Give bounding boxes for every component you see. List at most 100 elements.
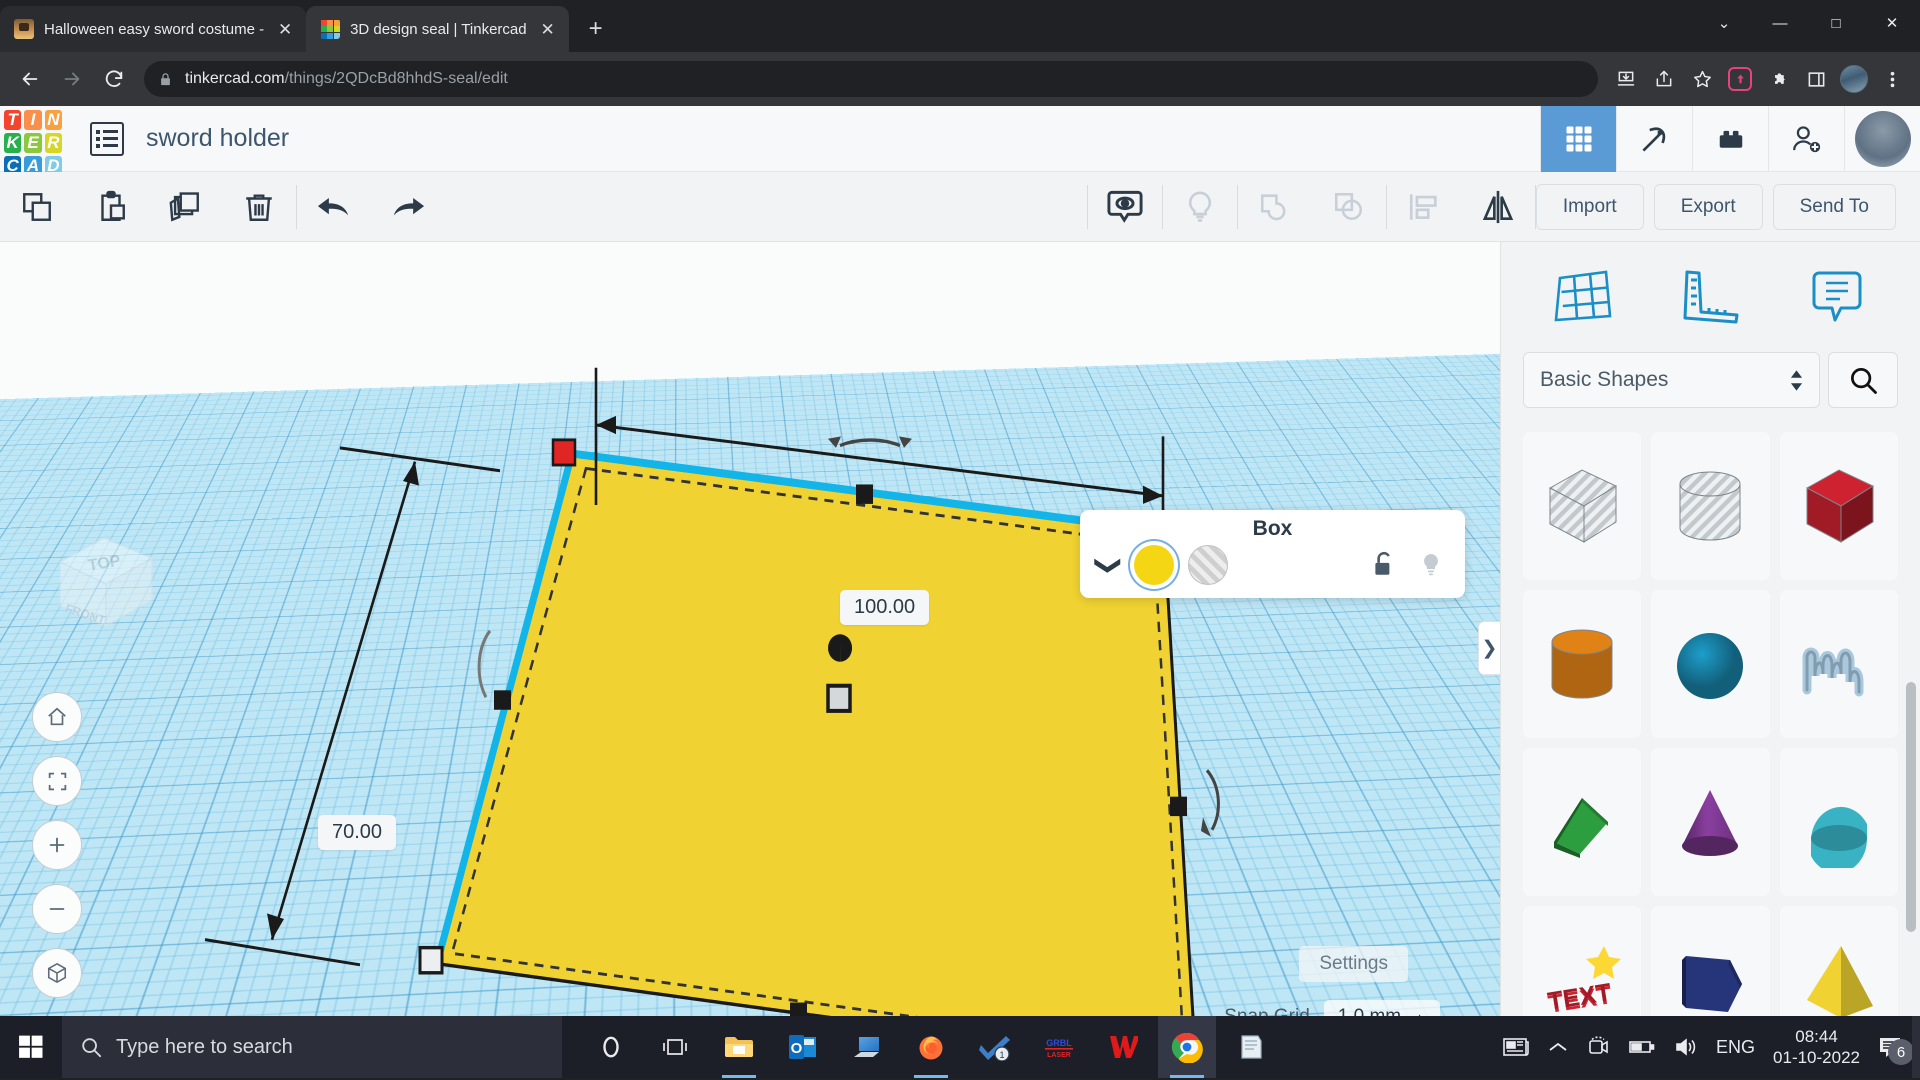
import-button[interactable]: Import bbox=[1536, 184, 1644, 230]
group-icon[interactable] bbox=[1238, 172, 1312, 242]
forward-button[interactable] bbox=[52, 59, 92, 99]
reload-button[interactable] bbox=[94, 59, 134, 99]
note-icon[interactable] bbox=[1797, 260, 1877, 334]
dimension-label-width[interactable]: 100.00 bbox=[840, 590, 929, 625]
search-input[interactable]: Type here to search bbox=[62, 1016, 562, 1078]
fit-to-view-icon[interactable] bbox=[32, 756, 82, 806]
todoist-icon[interactable]: 1 bbox=[966, 1016, 1024, 1078]
remote-desktop-icon[interactable] bbox=[838, 1016, 896, 1078]
avatar[interactable] bbox=[1844, 106, 1920, 172]
lego-brick-icon[interactable] bbox=[1692, 106, 1768, 172]
home-view-icon[interactable] bbox=[32, 692, 82, 742]
clock-time: 08:44 bbox=[1773, 1026, 1860, 1047]
delete-trash-icon[interactable] bbox=[222, 172, 296, 242]
minimize-button[interactable]: — bbox=[1752, 0, 1808, 46]
panel-collapse-handle[interactable]: ❯ bbox=[1478, 621, 1500, 675]
chevron-down-icon[interactable]: ❯ bbox=[1093, 554, 1124, 576]
notepad-icon[interactable] bbox=[1222, 1016, 1280, 1078]
profile-avatar[interactable] bbox=[1836, 61, 1872, 97]
browser-tab-halloween[interactable]: Halloween easy sword costume - ✕ bbox=[0, 6, 306, 52]
shape-roof-green[interactable] bbox=[1523, 748, 1641, 896]
tab-search-chevron-icon[interactable]: ⌄ bbox=[1696, 0, 1752, 46]
overflow-menu-icon[interactable] bbox=[1874, 61, 1910, 97]
tab-close-button[interactable]: ✕ bbox=[274, 18, 296, 40]
designs-list-icon[interactable] bbox=[90, 122, 124, 156]
browser-tab-tinkercad[interactable]: 3D design seal | Tinkercad ✕ bbox=[306, 6, 569, 52]
grid-designs-icon[interactable] bbox=[1540, 106, 1616, 172]
mirror-icon[interactable] bbox=[1461, 172, 1535, 242]
url-path: /things/2QDcBd8hhdS-seal/edit bbox=[285, 70, 508, 87]
chrome-icon[interactable] bbox=[1158, 1016, 1216, 1078]
add-user-icon[interactable] bbox=[1768, 106, 1844, 172]
redo-icon[interactable] bbox=[371, 172, 445, 242]
firefox-icon[interactable] bbox=[902, 1016, 960, 1078]
close-window-button[interactable]: ✕ bbox=[1864, 0, 1920, 46]
align-icon[interactable] bbox=[1387, 172, 1461, 242]
tab-close-button[interactable]: ✕ bbox=[537, 18, 559, 40]
back-button[interactable] bbox=[10, 59, 50, 99]
shape-cylinder-hole[interactable] bbox=[1651, 432, 1769, 580]
send-to-button[interactable]: Send To bbox=[1773, 184, 1896, 230]
page-title[interactable]: sword holder bbox=[146, 124, 289, 153]
copy-icon[interactable] bbox=[0, 172, 74, 242]
design-viewport[interactable]: TOP FRONT bbox=[0, 242, 1500, 1054]
dimension-label-depth[interactable]: 70.00 bbox=[318, 815, 396, 850]
task-view-icon[interactable] bbox=[646, 1016, 704, 1078]
extension-pink-icon[interactable] bbox=[1722, 61, 1758, 97]
cortana-icon[interactable] bbox=[582, 1016, 640, 1078]
view-cube[interactable]: TOP FRONT bbox=[42, 530, 160, 640]
tinkercad-logo[interactable]: TINKERCAD bbox=[2, 108, 64, 170]
paste-icon[interactable] bbox=[74, 172, 148, 242]
puzzle-extensions-icon[interactable] bbox=[1760, 61, 1796, 97]
volume-icon[interactable] bbox=[1674, 1037, 1698, 1057]
zoom-in-icon[interactable] bbox=[32, 820, 82, 870]
new-tab-button[interactable]: + bbox=[579, 12, 613, 46]
bookmark-star-icon[interactable] bbox=[1684, 61, 1720, 97]
show-desktop-button[interactable] bbox=[1912, 1016, 1920, 1078]
search-icon[interactable] bbox=[1828, 352, 1898, 408]
download-icon[interactable] bbox=[1608, 61, 1644, 97]
action-center-icon[interactable]: 6 bbox=[1878, 1035, 1904, 1059]
shape-cylinder-orange[interactable] bbox=[1523, 590, 1641, 738]
news-weather-icon[interactable] bbox=[1502, 1035, 1530, 1059]
export-button[interactable]: Export bbox=[1654, 184, 1763, 230]
workplane-grid-icon[interactable] bbox=[1544, 260, 1624, 334]
search-icon bbox=[80, 1036, 102, 1058]
camera-icon[interactable] bbox=[1586, 1036, 1610, 1058]
windows-start-icon[interactable] bbox=[0, 1016, 62, 1078]
shape-halfdome-teal[interactable] bbox=[1780, 748, 1898, 896]
solid-color-swatch[interactable] bbox=[1134, 545, 1174, 585]
outlook-icon[interactable]: O bbox=[774, 1016, 832, 1078]
shapes-scrollbar[interactable] bbox=[1906, 682, 1916, 932]
battery-icon[interactable] bbox=[1628, 1039, 1656, 1055]
show-hide-eye-icon[interactable] bbox=[1088, 172, 1162, 242]
shape-box-hole[interactable] bbox=[1523, 432, 1641, 580]
shape-cone-purple[interactable] bbox=[1651, 748, 1769, 896]
grbl-laser-icon[interactable]: GRBLLASER bbox=[1030, 1016, 1088, 1078]
shape-scribble[interactable] bbox=[1780, 590, 1898, 738]
duplicate-icon[interactable] bbox=[148, 172, 222, 242]
w-app-icon[interactable] bbox=[1094, 1016, 1152, 1078]
unlock-icon[interactable] bbox=[1371, 551, 1397, 579]
clock[interactable]: 08:44 01-10-2022 bbox=[1773, 1026, 1860, 1069]
hole-swatch[interactable] bbox=[1188, 545, 1228, 585]
ortho-perspective-icon[interactable] bbox=[32, 948, 82, 998]
ungroup-icon[interactable] bbox=[1312, 172, 1386, 242]
sidebar-panel-icon[interactable] bbox=[1798, 61, 1834, 97]
undo-icon[interactable] bbox=[297, 172, 371, 242]
language-indicator[interactable]: ENG bbox=[1716, 1037, 1755, 1058]
lightbulb-icon[interactable] bbox=[1163, 172, 1237, 242]
settings-button[interactable]: Settings bbox=[1299, 946, 1408, 982]
share-icon[interactable] bbox=[1646, 61, 1682, 97]
show-hidden-icons-icon[interactable] bbox=[1548, 1040, 1568, 1054]
file-explorer-icon[interactable] bbox=[710, 1016, 768, 1078]
ruler-icon[interactable] bbox=[1670, 260, 1750, 334]
maximize-button[interactable]: □ bbox=[1808, 0, 1864, 46]
zoom-out-icon[interactable] bbox=[32, 884, 82, 934]
shape-box-red[interactable] bbox=[1780, 432, 1898, 580]
address-bar[interactable]: tinkercad.com/things/2QDcBd8hhdS-seal/ed… bbox=[144, 61, 1598, 97]
minecraft-pickaxe-icon[interactable] bbox=[1616, 106, 1692, 172]
lightbulb-icon[interactable] bbox=[1419, 551, 1443, 579]
shape-category-dropdown[interactable]: Basic Shapes bbox=[1523, 352, 1820, 408]
shape-sphere-blue[interactable] bbox=[1651, 590, 1769, 738]
